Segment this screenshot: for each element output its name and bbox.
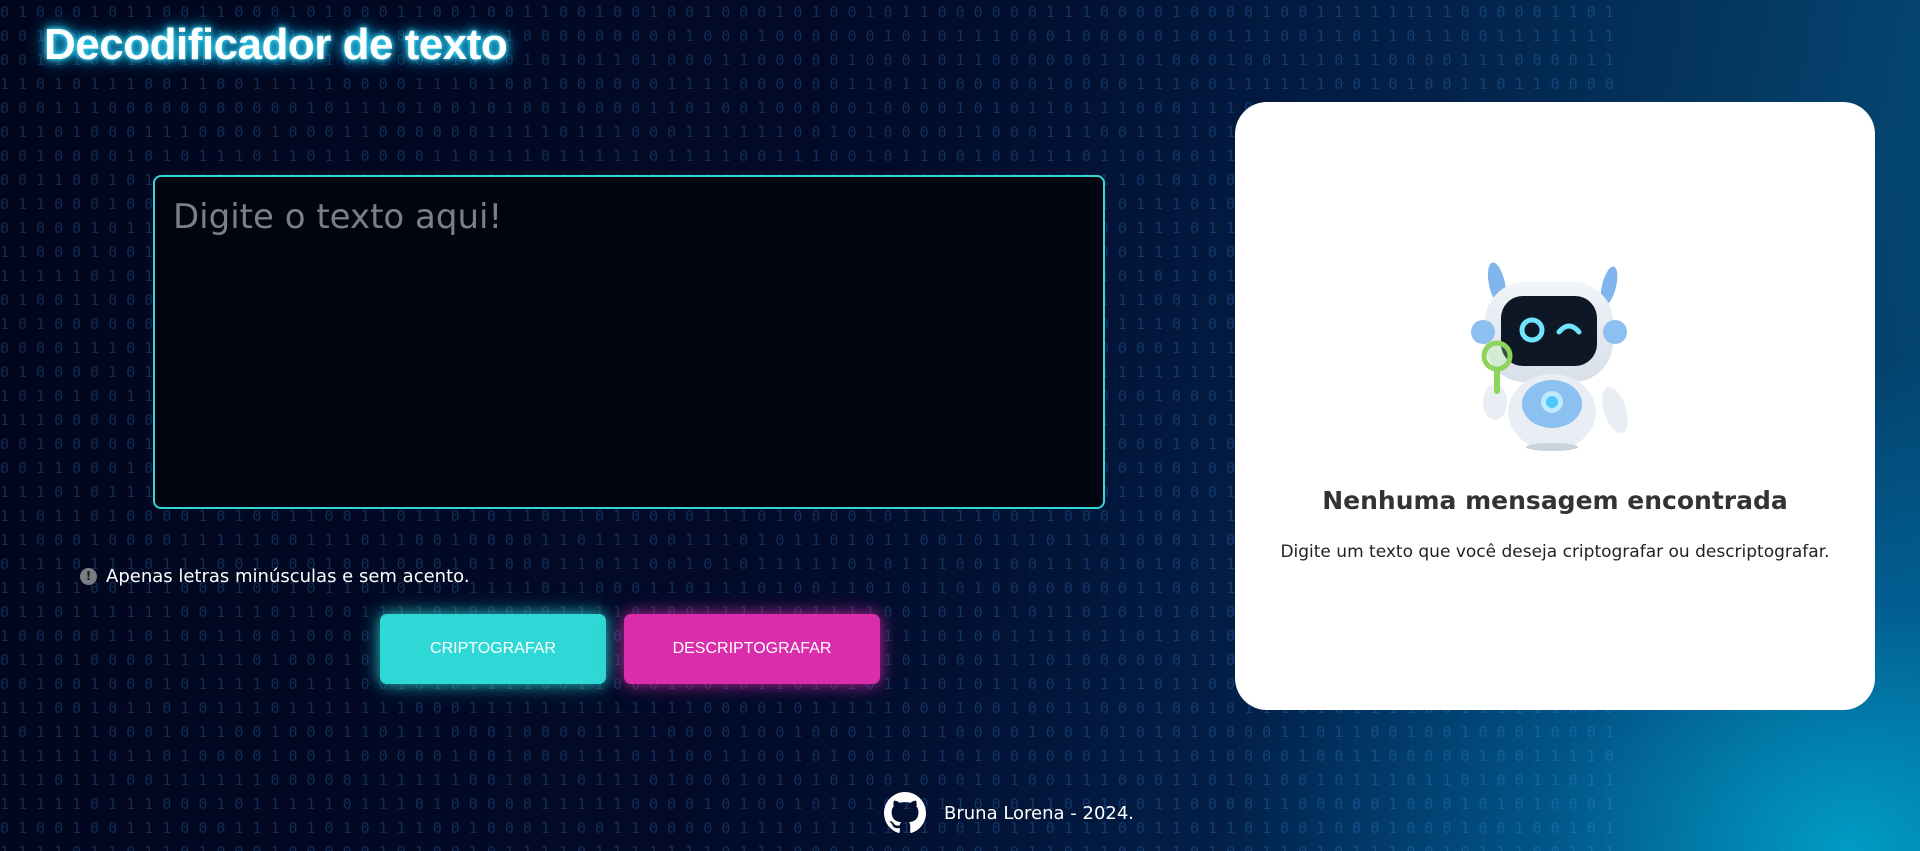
hint-text: Apenas letras minúsculas e sem acento. — [106, 566, 470, 587]
hint-row: ! Apenas letras minúsculas e sem acento. — [80, 566, 470, 587]
info-icon: ! — [80, 568, 97, 585]
text-input[interactable] — [153, 175, 1105, 509]
page-title: Decodificador de texto — [44, 20, 508, 69]
result-card: Nenhuma mensagem encontrada Digite um te… — [1235, 102, 1875, 710]
robot-illustration — [1471, 262, 1628, 451]
result-title: Nenhuma mensagem encontrada — [1322, 486, 1788, 515]
github-icon[interactable] — [884, 792, 926, 834]
footer: Bruna Lorena - 2024. — [884, 792, 1134, 834]
result-description: Digite um texto que você deseja criptogr… — [1280, 542, 1830, 562]
footer-text: Bruna Lorena - 2024. — [944, 802, 1135, 824]
encrypt-button[interactable]: CRIPTOGRAFAR — [380, 614, 606, 684]
decrypt-button[interactable]: DESCRIPTOGRAFAR — [624, 614, 880, 684]
